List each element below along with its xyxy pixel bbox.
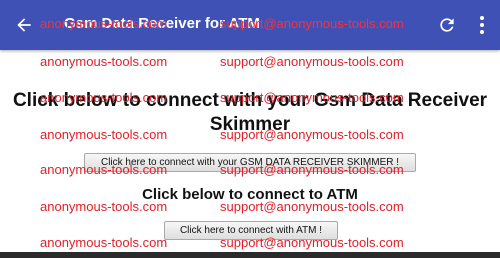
more-options-button[interactable]: [472, 13, 492, 37]
more-vert-icon: [480, 16, 484, 34]
watermark-text: support@anonymous-tools.com: [220, 16, 404, 31]
refresh-icon: [440, 18, 454, 32]
bottom-strip: [0, 252, 500, 258]
watermark-text: anonymous-tools.com: [40, 16, 168, 31]
watermark-text: support@anonymous-tools.com: [220, 90, 404, 105]
watermark-text: support@anonymous-tools.com: [220, 235, 404, 250]
arrow-back-icon: [17, 18, 31, 32]
watermark-text: support@anonymous-tools.com: [220, 54, 404, 69]
watermark-text: anonymous-tools.com: [40, 162, 168, 177]
watermark-text: support@anonymous-tools.com: [220, 199, 404, 214]
watermark-text: anonymous-tools.com: [40, 127, 168, 142]
watermark-text: anonymous-tools.com: [40, 90, 168, 105]
watermark-text: support@anonymous-tools.com: [220, 162, 404, 177]
refresh-button[interactable]: [435, 13, 459, 37]
watermark-text: anonymous-tools.com: [40, 54, 168, 69]
watermark-text: anonymous-tools.com: [40, 235, 168, 250]
watermark-text: anonymous-tools.com: [40, 199, 168, 214]
watermark-text: support@anonymous-tools.com: [220, 127, 404, 142]
back-button[interactable]: [12, 13, 36, 37]
